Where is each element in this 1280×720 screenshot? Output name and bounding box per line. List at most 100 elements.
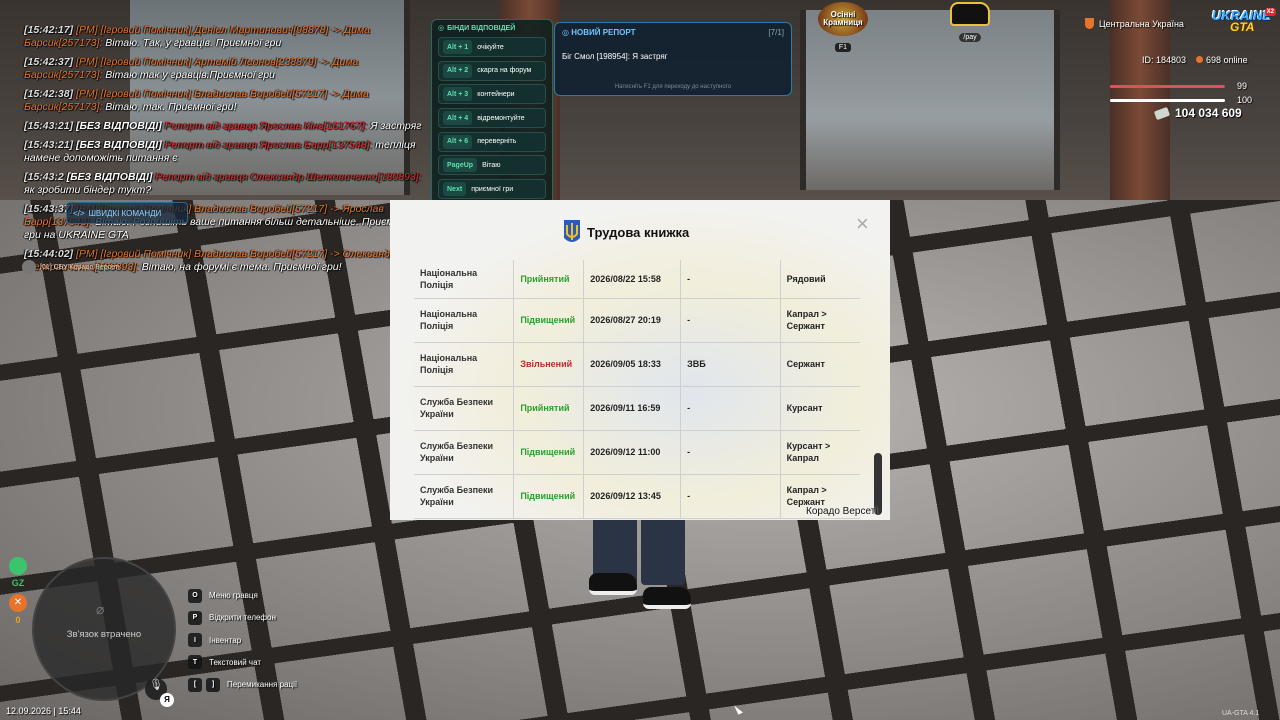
scrollbar[interactable] — [873, 260, 883, 518]
gang-zone-indicator: GZ — [8, 557, 28, 588]
money-value: 104 034 609 — [1175, 106, 1242, 120]
shield-icon — [1085, 18, 1094, 29]
bind-key: Alt + 6 — [443, 134, 473, 149]
hint-label: Відкрити телефон — [209, 613, 276, 623]
cell-org: Служба Безпеки України — [414, 386, 515, 431]
report-hint: Натисніть F1 для переходу до наступного — [614, 84, 732, 90]
cell-status: Прийнятий — [513, 260, 585, 299]
keybind-hint: I Інвентар — [188, 633, 297, 648]
report-counter: [7/1] — [768, 28, 784, 37]
chat-icon: ◎ — [438, 25, 445, 32]
table-row: Служба Безпеки України Підвищений 2026/09/… — [414, 474, 860, 519]
binds-title: ◎ БІНДИ ВІДПОВІДЕЙ — [438, 24, 546, 33]
bind-item[interactable]: Alt + 3 контейнери — [438, 84, 546, 105]
cell-reason: - — [680, 298, 781, 343]
player-id-line: ID: 184803 698 online — [1142, 55, 1248, 65]
cell-org: Служба Безпеки України — [414, 474, 515, 519]
bind-key: Alt + 3 — [443, 87, 473, 102]
cell-org: Служба Безпеки України — [414, 430, 515, 475]
bind-key: Next — [443, 182, 467, 197]
health-value: 99 — [1237, 81, 1248, 91]
car-icon — [950, 2, 990, 26]
trident-icon — [564, 220, 580, 242]
chat-icon: ◎ — [562, 28, 572, 37]
bind-key: Alt + 1 — [443, 40, 473, 54]
date-time: 12.09.2026 | 15:44 — [6, 706, 81, 716]
player-id: ID: 184803 — [1142, 55, 1187, 65]
chat-log: [15:42:17] [PM] [Ігровий Помічник] Деніе… — [24, 24, 424, 280]
online-count: 698 online — [1196, 55, 1248, 65]
bind-item[interactable]: Alt + 4 відремонтуйте — [438, 108, 546, 129]
hint-label: Меню гравця — [209, 591, 258, 600]
workbook-title: Трудова книжка — [587, 224, 690, 240]
cell-rank: Курсант > Капрал — [780, 430, 860, 475]
no-signal-icon: ⌀ — [96, 601, 105, 617]
hint-key: I — [188, 633, 202, 648]
bind-text: контейнери — [477, 90, 515, 98]
cell-rank: Капрал > Сержант — [780, 298, 860, 343]
hint-label: Текстовий чат — [209, 657, 262, 667]
bind-item[interactable]: Next приємної гри — [438, 179, 546, 200]
bind-item[interactable]: Alt + 2 скарга на форум — [438, 60, 546, 81]
workbook-modal: Трудова книжка × Національна Поліція Прий… — [390, 200, 890, 520]
shop-key: F1 — [834, 43, 852, 52]
cell-rank: Сержант — [780, 342, 860, 387]
region-indicator: Центральна Україна — [1085, 18, 1184, 29]
cell-rank: Рядовий — [780, 260, 860, 299]
x2-badge: X2 — [1264, 8, 1276, 16]
bind-item[interactable]: PageUp Вітаю — [438, 155, 546, 176]
bind-key: Alt + 4 — [443, 111, 473, 126]
hint-key: [ — [188, 677, 202, 692]
cell-status: Прийнятий — [513, 386, 585, 431]
cell-reason: - — [680, 386, 781, 431]
bind-key: Alt + 2 — [443, 63, 473, 78]
chat-message: [15:43:2 [БЕЗ ВІДПОВІДІ] Репорт від грав… — [24, 171, 422, 196]
region-name: Центральна Україна — [1099, 18, 1184, 29]
cell-org: Національна Поліція — [414, 342, 515, 387]
online-icon — [1196, 56, 1204, 63]
bind-text: приємної гри — [471, 185, 514, 193]
report-title: ◎ НОВИЙ РЕПОРТ — [562, 28, 636, 37]
autumn-shop-button[interactable]: Осінні Крамниця F1 — [815, 2, 871, 52]
cell-date: 2026/09/12 13:45 — [583, 474, 682, 519]
nearby-player-name: Корадо Версеті — [806, 506, 878, 517]
workbook-table: Національна Поліція Прийнятий 2026/08/22 1… — [414, 260, 860, 519]
table-row: Служба Безпеки України Прийнятий 2026/09/1… — [414, 386, 860, 431]
table-row: Національна Поліція Звільнений 2026/09/05 … — [414, 342, 860, 387]
hint-key: O — [188, 588, 202, 603]
pay-button[interactable]: /pay — [946, 2, 994, 42]
bind-text: очікуйте — [477, 43, 504, 51]
bind-text: відремонтуйте — [477, 114, 525, 122]
cell-reason: - — [680, 474, 781, 519]
player-icon — [22, 260, 36, 274]
cell-date: 2026/09/05 18:33 — [583, 342, 682, 387]
bind-item[interactable]: Alt + 6 переверніть — [438, 131, 546, 152]
cell-org: Національна Поліція — [414, 298, 515, 343]
chat-message: [15:42:17] [PM] [Ігровий Помічник] Деніе… — [24, 24, 370, 49]
close-icon[interactable]: × — [856, 213, 872, 235]
workbook-table-viewport[interactable]: Національна Поліція Прийнятий 2026/08/22 1… — [414, 260, 860, 520]
quick-commands-label: ШВИДКІ КОМАНДИ — [88, 208, 162, 218]
keybind-hint: T Текстовий чат — [188, 655, 297, 670]
keybind-hint: P Відкрити телефон — [188, 610, 297, 625]
quick-commands-button[interactable]: </> ШВИДКІ КОМАНДИ — [66, 202, 188, 224]
hint-label: Інвентар — [209, 635, 242, 645]
bind-text: переверніть — [477, 138, 517, 146]
code-icon: </> — [73, 208, 85, 218]
report-text: Біг Смол [198954]: Я застряг — [562, 52, 668, 61]
cell-reason: ЗВБ — [680, 342, 781, 387]
cash-icon — [1153, 106, 1171, 120]
kill-feed-text: [01] СБУ Корадо Версеті — [40, 263, 120, 271]
bind-item[interactable]: Alt + 1 очікуйте — [438, 37, 546, 57]
keybind-hint: [] Перемикання рації — [188, 677, 297, 692]
chat-message: [15:43:21] [БЕЗ ВІДПОВІДІ] Репорт від гр… — [24, 120, 422, 132]
shop-badge: Осінні Крамниця — [818, 2, 868, 36]
armor-value: 100 — [1237, 95, 1253, 105]
crossed-swords-icon: ✕ — [9, 594, 27, 612]
new-report-panel: ◎ НОВИЙ РЕПОРТ [7/1] Біг Смол [198954]: … — [554, 22, 792, 96]
table-row: Служба Безпеки України Підвищений 2026/09/… — [414, 430, 860, 475]
cell-date: 2026/08/27 20:19 — [583, 298, 682, 343]
mic-key: Я — [160, 693, 174, 707]
cell-date: 2026/08/22 15:58 — [583, 260, 682, 299]
keybind-hints: O Меню гравця P Відкрити телефон I Інвентар T Т… — [188, 588, 297, 699]
